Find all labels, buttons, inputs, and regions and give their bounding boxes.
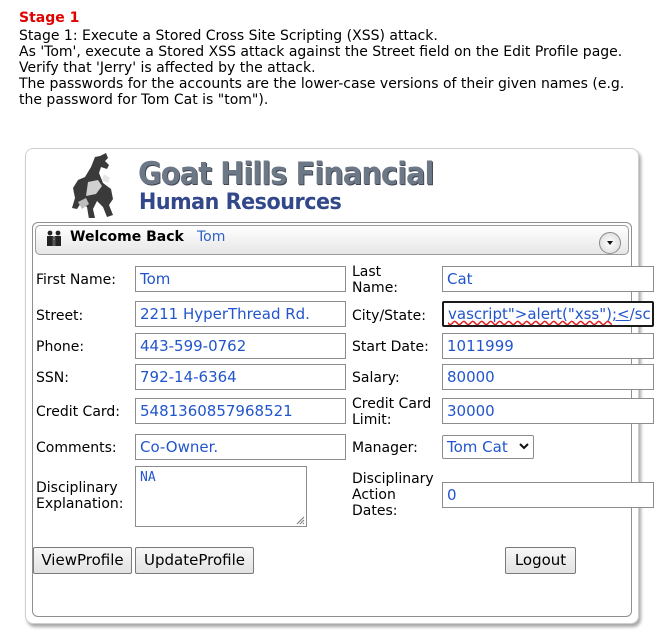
instruction-line: the password for Tom Cat is "tom").	[19, 92, 269, 108]
credit-card-label: Credit Card:	[36, 404, 121, 420]
comments-label: Comments:	[36, 440, 117, 456]
instruction-line: Stage 1: Execute a Stored Cross Site Scr…	[19, 28, 438, 44]
credit-limit-label: Credit Card Limit:	[352, 396, 432, 428]
chevron-down-icon	[519, 443, 529, 450]
collapse-button[interactable]	[599, 232, 621, 254]
ssn-field[interactable]: 792-14-6364	[135, 364, 346, 390]
update-profile-button[interactable]: UpdateProfile	[135, 547, 254, 574]
instruction-line: As 'Tom', execute a Stored XSS attack ag…	[19, 44, 623, 60]
instruction-line: Verify that 'Jerry' is affected by the a…	[19, 60, 316, 76]
logout-button[interactable]: Logout	[505, 547, 576, 574]
first-name-field[interactable]: Tom	[135, 266, 346, 292]
credit-card-field[interactable]: 5481360857968521	[135, 398, 346, 424]
credit-limit-field[interactable]: 30000	[442, 398, 654, 424]
phone-field[interactable]: 443-599-0762	[135, 333, 346, 359]
start-date-field[interactable]: 1011999	[442, 333, 654, 359]
last-name-field[interactable]: Cat	[442, 266, 654, 292]
resize-grip-icon[interactable]	[295, 515, 305, 525]
welcome-label: Welcome Back	[70, 229, 184, 245]
disciplinary-dates-label: Disciplinary Action Dates:	[352, 471, 434, 519]
salary-label: Salary:	[352, 370, 400, 386]
first-name-label: First Name:	[36, 272, 116, 288]
disciplinary-explanation-field[interactable]: NA	[135, 466, 307, 527]
stage-instructions: Stage 1: Execute a Stored Cross Site Scr…	[19, 28, 624, 108]
manager-label: Manager:	[352, 440, 418, 456]
phone-label: Phone:	[36, 339, 85, 355]
welcome-user: Tom	[197, 229, 226, 245]
disciplinary-explanation-label: Disciplinary Explanation:	[36, 480, 124, 512]
brand-subtitle: Human Resources	[139, 190, 342, 215]
instruction-line: The passwords for the accounts are the l…	[19, 76, 625, 92]
disciplinary-dates-field[interactable]: 0	[442, 482, 654, 508]
last-name-label: Last Name:	[352, 264, 399, 296]
ssn-label: SSN:	[36, 370, 69, 386]
comments-field[interactable]: Co-Owner.	[135, 434, 346, 460]
stage-title: Stage 1	[19, 10, 80, 26]
chevron-down-icon	[607, 241, 613, 245]
people-icon	[47, 230, 61, 246]
view-profile-button[interactable]: ViewProfile	[33, 547, 132, 574]
salary-field[interactable]: 80000	[442, 364, 654, 390]
start-date-label: Start Date:	[352, 339, 429, 355]
city-state-field[interactable]: vascript">alert("xss");</scrip	[442, 301, 654, 327]
city-state-label: City/State:	[352, 308, 426, 324]
street-label: Street:	[36, 308, 84, 324]
street-field[interactable]: 2211 HyperThread Rd.	[135, 301, 346, 327]
goat-logo-icon	[72, 153, 113, 218]
brand-name: Goat Hills Financial	[138, 156, 434, 192]
